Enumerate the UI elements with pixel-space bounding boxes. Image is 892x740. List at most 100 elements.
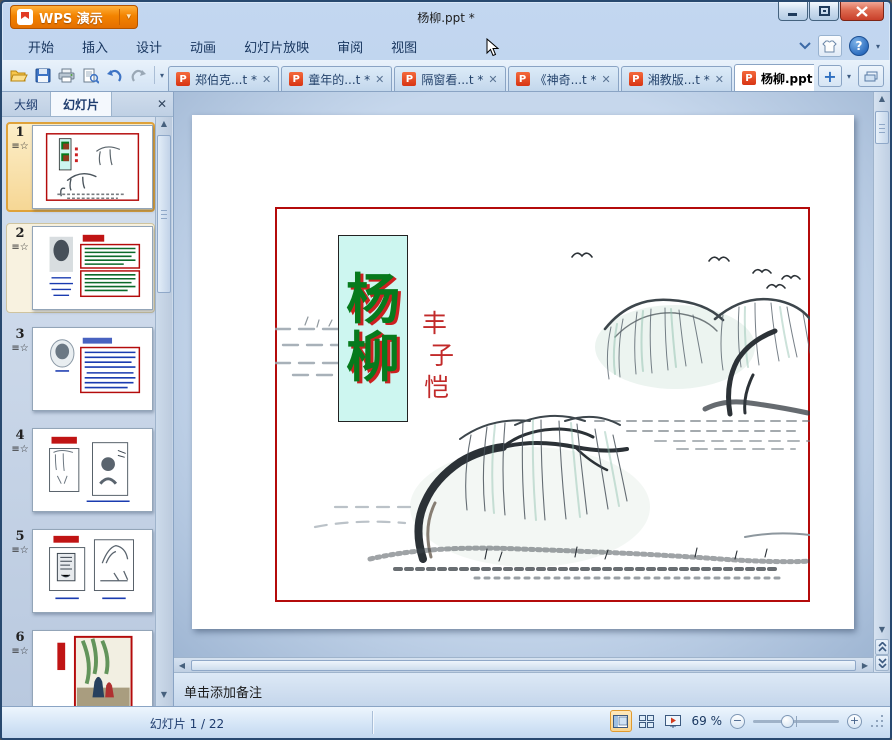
tab-close-icon[interactable]: ✕ <box>488 73 497 86</box>
vertical-scrollbar[interactable]: ▲ ▼ <box>873 92 890 672</box>
restore-button[interactable] <box>809 2 839 21</box>
print-preview-button[interactable] <box>80 65 101 86</box>
close-button[interactable] <box>840 2 884 21</box>
slide-thumbnail-art <box>49 234 141 298</box>
zoom-slider[interactable] <box>753 714 839 728</box>
slide-number: 3 <box>15 327 25 342</box>
doc-tab-label: 湘教版...t * <box>647 72 710 87</box>
slide-1-canvas[interactable]: 杨 柳 丰 子 恺 <box>192 115 854 629</box>
slide-sorter-view-button[interactable] <box>636 710 658 732</box>
panel-close-icon[interactable]: ✕ <box>151 92 173 116</box>
wps-app-label: WPS 演示 <box>39 11 103 27</box>
play-slideshow-icon <box>664 714 681 728</box>
scrollbar-thumb[interactable] <box>191 659 856 671</box>
menu-home[interactable]: 开始 <box>14 33 68 60</box>
doc-tab-2[interactable]: P 童年的...t * ✕ <box>281 66 393 91</box>
doc-tab-label: 隔窗看...t * <box>421 72 484 87</box>
scroll-right-icon[interactable]: ▶ <box>857 661 873 670</box>
next-slide-button[interactable] <box>875 655 889 671</box>
quick-access-toolbar: ▾ <box>2 65 168 91</box>
change-skin-button[interactable] <box>817 35 842 57</box>
scrollbar-thumb[interactable] <box>157 135 171 293</box>
title-bar: WPS 演示 ▾ 杨柳.ppt * <box>2 2 890 32</box>
chevron-down-icon[interactable]: ▾ <box>126 12 131 22</box>
slide-title-box[interactable]: 杨 柳 <box>338 235 408 422</box>
scroll-down-icon[interactable]: ▼ <box>157 690 171 704</box>
previous-slide-button[interactable] <box>875 639 889 655</box>
menu-animation[interactable]: 动画 <box>176 33 230 60</box>
status-bar: 幻灯片 1 / 22 69 % − + <box>2 706 890 738</box>
open-button[interactable] <box>8 65 29 86</box>
slideshow-button[interactable] <box>662 710 684 732</box>
menu-view[interactable]: 视图 <box>377 33 431 60</box>
horizontal-scrollbar[interactable]: ◀ ▶ <box>174 657 873 672</box>
scroll-left-icon[interactable]: ◀ <box>174 661 190 670</box>
slide-thumbnail-3[interactable]: 3 ≡☆ <box>6 324 155 414</box>
menu-slideshow[interactable]: 幻灯片放映 <box>230 33 323 60</box>
scroll-up-icon[interactable]: ▲ <box>875 94 889 108</box>
normal-view-icon <box>613 714 628 728</box>
zoom-slider-thumb[interactable] <box>781 714 794 728</box>
tab-list-button[interactable] <box>858 65 884 87</box>
doc-tab-active-yangliu[interactable]: P 杨柳.ppt * ✕ <box>733 64 814 91</box>
author-text[interactable]: 丰 子 恺 <box>422 311 454 400</box>
doc-tab-3[interactable]: P 隔窗看...t * ✕ <box>394 66 506 91</box>
panel-tabs: 大纲 幻灯片 ✕ <box>2 92 173 117</box>
printer-icon <box>58 68 75 83</box>
main-area: 杨 柳 丰 子 恺 ▲ ▼ ◀ ▶ 单击添加备注 <box>174 92 890 710</box>
help-dropdown-icon[interactable]: ▾ <box>876 42 880 51</box>
slide-thumbnail-4[interactable]: 4 ≡☆ <box>6 425 155 515</box>
undo-button[interactable] <box>104 65 125 86</box>
tab-close-icon[interactable]: ✕ <box>375 73 384 86</box>
help-button[interactable]: ? <box>848 36 869 56</box>
slide-thumbnail-5[interactable]: 5 ≡☆ <box>6 526 155 616</box>
notes-pane[interactable]: 单击添加备注 <box>174 672 890 710</box>
slide-number: 4 <box>15 428 25 443</box>
doc-tab-4[interactable]: P 《神奇...t * ✕ <box>507 66 619 91</box>
toolbar-more-dropdown-icon[interactable]: ▾ <box>160 71 164 80</box>
ppt-file-icon: P <box>176 72 191 86</box>
divider <box>154 65 155 84</box>
doc-tab-label: 童年的...t * <box>308 72 371 87</box>
slide-thumbnail-6[interactable]: 6 ≡☆ <box>6 627 155 706</box>
tshirt-icon <box>822 40 838 52</box>
doc-tab-1[interactable]: P 郑伯克...t * ✕ <box>168 66 280 91</box>
scroll-up-icon[interactable]: ▲ <box>157 119 171 133</box>
tab-slides[interactable]: 幻灯片 <box>51 92 113 116</box>
tab-close-icon[interactable]: ✕ <box>715 73 724 86</box>
slide-thumbnail-1[interactable]: 1 ≡☆ <box>6 122 155 212</box>
normal-view-button[interactable] <box>609 710 632 732</box>
doc-tab-5[interactable]: P 湘教版...t * ✕ <box>620 66 732 91</box>
new-tab-dropdown-icon[interactable]: ▾ <box>842 65 856 87</box>
save-button[interactable] <box>32 65 53 86</box>
title-char-yang: 杨 <box>346 267 400 332</box>
zoom-level: 69 % <box>691 714 723 728</box>
tab-close-icon[interactable]: ✕ <box>262 73 271 86</box>
resize-grip[interactable] <box>870 714 884 728</box>
wps-logo-icon <box>17 9 33 25</box>
slide-thumbnail-art <box>49 436 130 503</box>
menu-insert[interactable]: 插入 <box>68 33 122 60</box>
tab-outline[interactable]: 大纲 <box>2 92 52 116</box>
scroll-down-icon[interactable]: ▼ <box>875 625 889 639</box>
window-title: 杨柳.ppt * <box>417 11 475 25</box>
doc-tab-label: 郑伯克...t * <box>195 72 257 87</box>
new-tab-button[interactable]: + <box>818 65 842 87</box>
tab-close-icon[interactable]: ✕ <box>602 73 611 86</box>
scrollbar-thumb[interactable] <box>875 111 889 144</box>
print-preview-icon <box>83 68 99 84</box>
menu-design[interactable]: 设计 <box>122 33 176 60</box>
collapse-ribbon-chevron-icon[interactable] <box>799 42 811 50</box>
redo-button[interactable] <box>128 65 149 86</box>
slide-number: 2 <box>15 226 25 241</box>
menu-review[interactable]: 审阅 <box>323 33 377 60</box>
thumbnail-scrollbar[interactable]: ▲ ▼ <box>155 117 172 706</box>
slide-sorter-icon <box>639 714 654 728</box>
zoom-out-button[interactable]: − <box>730 713 745 729</box>
zoom-in-button[interactable]: + <box>847 713 862 729</box>
print-button[interactable] <box>56 65 77 86</box>
open-folder-icon <box>9 70 28 82</box>
wps-app-menu-button[interactable]: WPS 演示 ▾ <box>10 5 138 29</box>
minimize-button[interactable] <box>778 2 808 21</box>
slide-thumbnail-2[interactable]: 2 ≡☆ <box>6 223 155 313</box>
